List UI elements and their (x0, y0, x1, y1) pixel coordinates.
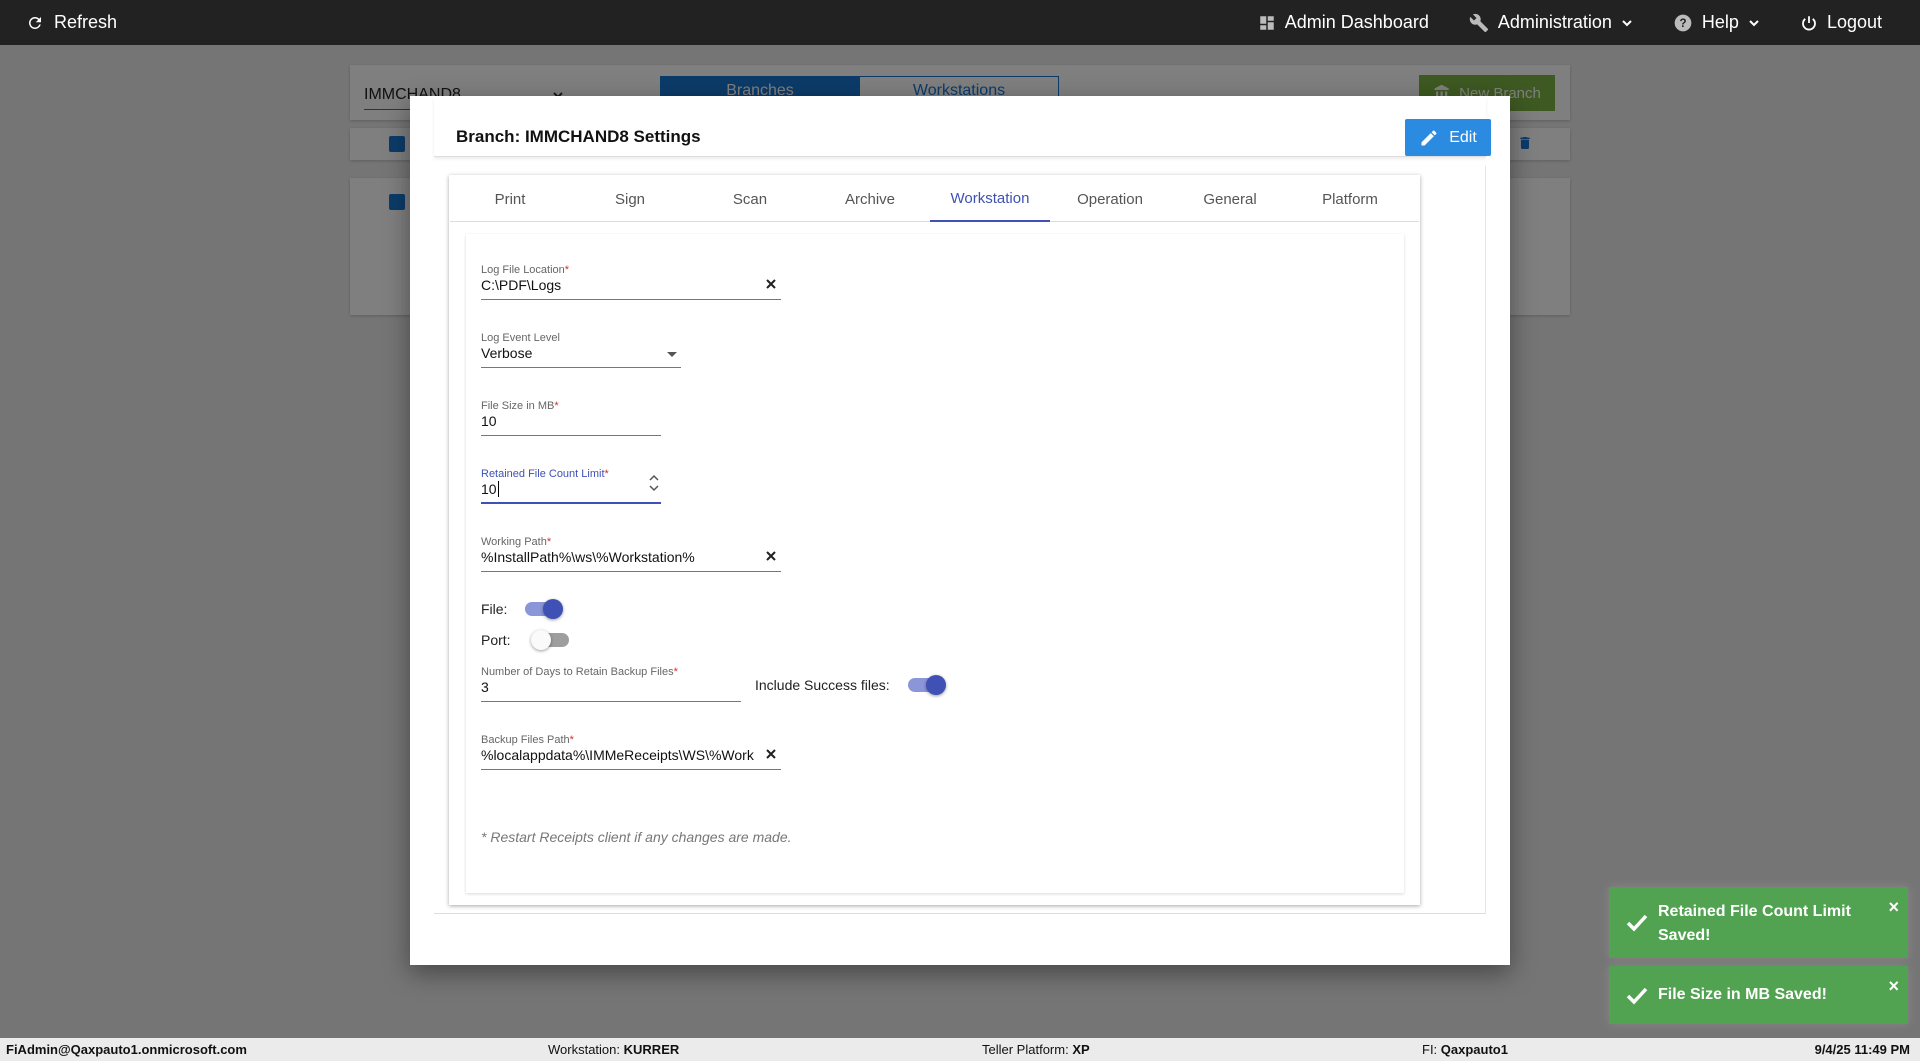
retain-days-label: Number of Days to Retain Backup Files* (481, 666, 678, 678)
modal-title: Branch: IMMCHAND8 Settings (456, 127, 701, 146)
tab-workstation[interactable]: Workstation (930, 176, 1050, 222)
retained-file-count-field[interactable]: Retained File Count Limit* 10 (481, 468, 661, 504)
refresh-button[interactable]: Refresh (26, 0, 117, 45)
file-toggle-row: File: (481, 599, 564, 619)
include-success-toggle[interactable] (907, 675, 946, 695)
check-icon (1626, 914, 1648, 932)
administration-menu[interactable]: Administration (1469, 12, 1633, 33)
tab-operation[interactable]: Operation (1050, 176, 1170, 222)
admin-dashboard-link[interactable]: Admin Dashboard (1258, 12, 1429, 33)
administration-label: Administration (1497, 12, 1612, 32)
port-toggle[interactable] (530, 630, 569, 650)
tab-archive[interactable]: Archive (810, 176, 930, 222)
footer-workstation: Workstation: KURRER (548, 1042, 680, 1057)
power-icon (1802, 15, 1816, 30)
top-navbar: Refresh Admin Dashboard Administration ?… (0, 0, 1920, 45)
chevron-down-icon (1622, 19, 1632, 26)
status-footer: FiAdmin@Qaxpauto1.onmicrosoft.com Workst… (0, 1038, 1920, 1061)
restart-note: * Restart Receipts client if any changes… (481, 829, 792, 845)
file-size-field[interactable]: File Size in MB* 10 (481, 400, 661, 436)
retained-file-count-label: Retained File Count Limit* (481, 468, 609, 480)
log-file-location-label: Log File Location* (481, 264, 570, 276)
logout-button[interactable]: Logout (1800, 12, 1882, 33)
clear-icon[interactable] (765, 550, 777, 562)
edit-label: Edit (1449, 128, 1477, 146)
toast-line: Saved! (1658, 927, 1711, 944)
dashboard-icon (1260, 15, 1274, 30)
footer-user: FiAdmin@Qaxpauto1.onmicrosoft.com (6, 1042, 247, 1057)
tab-platform[interactable]: Platform (1290, 176, 1410, 222)
toast-close-button[interactable]: × (1888, 976, 1899, 997)
file-size-label: File Size in MB* (481, 400, 559, 412)
toggle-knob (925, 675, 946, 695)
field-underline (481, 435, 661, 436)
working-path-label: Working Path* (481, 536, 552, 548)
settings-tabs: Print Sign Scan Archive Workstation Oper… (450, 176, 1419, 222)
logout-label: Logout (1826, 12, 1882, 32)
toast-line: File Size in MB Saved! (1658, 986, 1827, 1003)
tab-sign[interactable]: Sign (570, 176, 690, 222)
clear-icon[interactable] (765, 748, 777, 760)
help-menu[interactable]: ? Help (1673, 12, 1760, 33)
field-underline (481, 701, 741, 702)
admin-dashboard-label: Admin Dashboard (1284, 12, 1429, 32)
number-spinner-icon[interactable] (649, 472, 659, 494)
backup-path-value: %localappdata%\IMMeReceipts\WS\%Work (481, 747, 754, 763)
log-event-level-value: Verbose (481, 345, 533, 361)
log-file-location-value: C:\PDF\Logs (481, 277, 562, 293)
toast-line: Retained File Count Limit (1658, 903, 1851, 920)
toast-retained-saved: Retained File Count Limit Saved! × (1609, 887, 1908, 958)
retain-days-field[interactable]: Number of Days to Retain Backup Files* 3 (481, 666, 741, 702)
log-event-level-select[interactable]: Log Event Level Verbose (481, 332, 681, 368)
field-underline (481, 769, 781, 770)
backup-path-label: Backup Files Path* (481, 734, 574, 746)
toast-message: File Size in MB Saved! (1658, 983, 1827, 1007)
footer-fi: FI: Qaxpauto1 (1422, 1042, 1508, 1057)
retained-file-count-value: 10 (481, 481, 499, 497)
help-label: Help (1701, 12, 1739, 32)
field-underline (481, 299, 781, 300)
tab-print[interactable]: Print (450, 176, 570, 222)
include-success-label: Include Success files: (755, 677, 890, 693)
toast-message: Retained File Count Limit Saved! (1658, 900, 1851, 948)
toggle-knob (530, 630, 551, 650)
file-toggle[interactable] (525, 599, 564, 619)
refresh-label: Refresh (54, 12, 118, 32)
working-path-value: %InstallPath%\ws\%Workstation% (481, 549, 695, 565)
log-event-level-label: Log Event Level (481, 332, 560, 344)
svg-text:?: ? (1679, 17, 1686, 30)
field-underline (481, 502, 661, 504)
wrench-icon (1469, 13, 1489, 32)
modal-header: Branch: IMMCHAND8 Settings (434, 96, 1486, 157)
dropdown-arrow-icon (667, 352, 677, 357)
toggle-knob (543, 599, 564, 619)
port-toggle-label: Port: (481, 632, 511, 648)
port-toggle-row: Port: (481, 630, 569, 650)
field-underline (481, 367, 681, 368)
edit-button[interactable]: Edit (1405, 119, 1491, 156)
clear-icon[interactable] (765, 278, 777, 290)
toast-close-button[interactable]: × (1888, 897, 1899, 918)
check-icon (1626, 987, 1648, 1005)
include-success-row: Include Success files: (755, 675, 946, 695)
footer-platform: Teller Platform: XP (982, 1042, 1090, 1057)
refresh-icon (28, 16, 41, 29)
toast-file-size-saved: File Size in MB Saved! × (1609, 966, 1908, 1024)
retain-days-value: 3 (481, 679, 489, 695)
tab-scan[interactable]: Scan (690, 176, 810, 222)
tab-general[interactable]: General (1170, 176, 1290, 222)
file-size-value: 10 (481, 413, 497, 429)
pencil-icon (1421, 129, 1437, 145)
file-toggle-label: File: (481, 601, 508, 617)
chevron-down-icon (1749, 19, 1759, 26)
working-path-field[interactable]: Working Path* %InstallPath%\ws\%Workstat… (481, 536, 781, 572)
footer-datetime: 9/4/25 11:49 PM (1814, 1042, 1910, 1057)
field-underline (481, 571, 781, 572)
log-file-location-field[interactable]: Log File Location* C:\PDF\Logs (481, 264, 781, 300)
help-icon: ? (1674, 14, 1692, 31)
backup-path-field[interactable]: Backup Files Path* %localappdata%\IMMeRe… (481, 734, 781, 770)
